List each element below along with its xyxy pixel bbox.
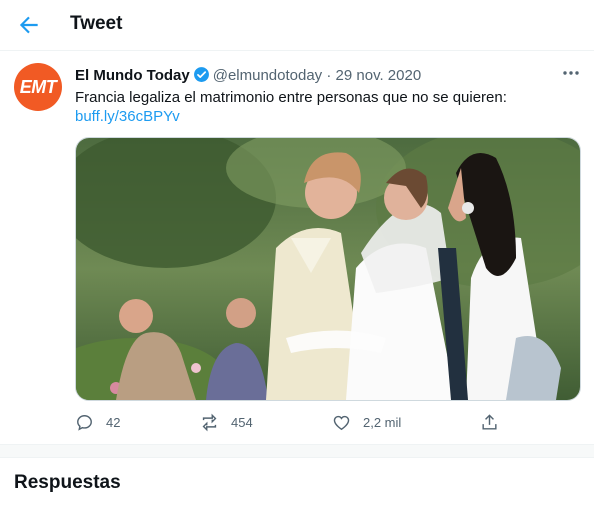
retweet-icon <box>202 413 217 431</box>
avatar[interactable]: EMT <box>14 63 62 111</box>
top-bar: Tweet <box>0 0 594 51</box>
back-arrow-icon[interactable] <box>16 12 42 38</box>
author-name[interactable]: El Mundo Today <box>75 67 190 84</box>
share-button[interactable] <box>480 412 511 432</box>
reply-button[interactable]: 42 <box>75 412 120 432</box>
verified-badge-icon <box>193 67 209 82</box>
tweet-date[interactable]: 29 nov. 2020 <box>336 67 422 84</box>
dot-separator: · <box>326 67 332 84</box>
page-title: Tweet <box>70 13 123 34</box>
author-handle[interactable]: @elmundotoday <box>213 67 322 84</box>
like-count: 2,2 mil <box>363 414 402 430</box>
replies-heading: Respuestas <box>14 472 121 493</box>
tweet-text: Francia legaliza el matrimonio entre per… <box>75 89 507 106</box>
retweet-button[interactable]: 454 <box>200 412 253 432</box>
like-button[interactable]: 2,2 mil <box>332 412 401 432</box>
tweet-author-line: El Mundo Today @elmundotoday · 29 nov. 2… <box>75 66 421 84</box>
tweet-media-image[interactable] <box>75 137 581 401</box>
heart-icon <box>333 415 350 430</box>
share-icon <box>482 413 497 430</box>
section-divider <box>0 444 594 458</box>
reply-count: 42 <box>106 414 121 430</box>
avatar-logo-text: EMT <box>19 77 57 97</box>
tweet-actions: 42 454 2,2 mil <box>0 406 594 438</box>
tweet-link[interactable]: buff.ly/36cBPYv <box>75 108 180 125</box>
more-horizontal-icon[interactable] <box>561 65 581 81</box>
reply-icon <box>77 414 92 431</box>
wedding-photo <box>76 138 580 400</box>
retweet-count: 454 <box>231 414 253 430</box>
